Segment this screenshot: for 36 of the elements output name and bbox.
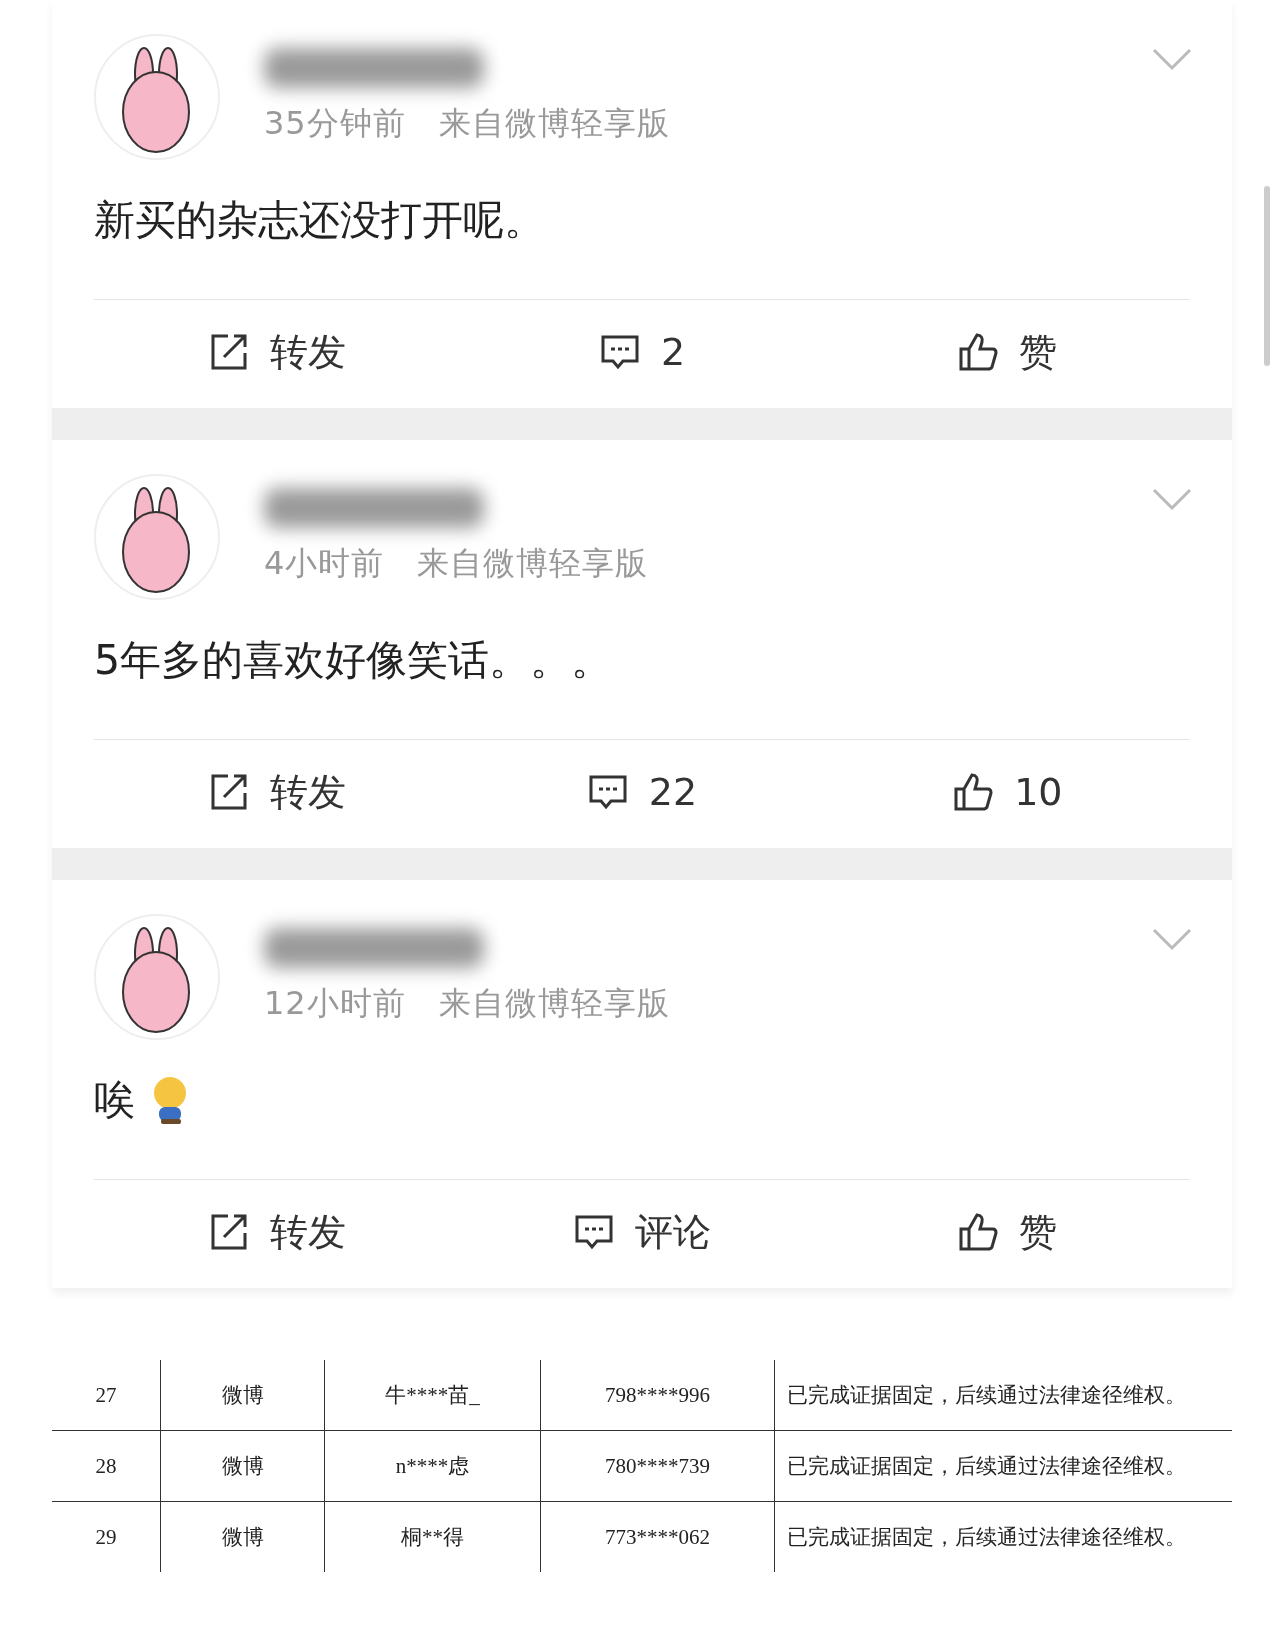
table-cell-text: 28 <box>94 1452 118 1480</box>
repost-button[interactable]: 转发 <box>207 326 346 378</box>
table-cell: 已完成证据固定，后续通过法律途径维权。 <box>774 1431 1232 1501</box>
table-cell-text: 27 <box>94 1381 118 1409</box>
thumbs-up-icon <box>952 771 995 813</box>
table-cell: 798****996 <box>540 1360 774 1430</box>
table-cell: n****虑 <box>324 1431 540 1501</box>
post-time: 12小时前 来自微博轻享版 <box>264 983 670 1024</box>
table-cell: 773****062 <box>540 1502 774 1572</box>
post-text: 新买的杂志还没打开呢。 <box>94 194 545 246</box>
table-cell: 780****739 <box>540 1431 774 1501</box>
table-cell: 牛****苗_ <box>324 1360 540 1430</box>
table-cell: 桐**得 <box>324 1502 540 1572</box>
table-cell: 已完成证据固定，后续通过法律途径维权。 <box>774 1502 1232 1572</box>
comment-button[interactable]: 评论 <box>573 1206 711 1258</box>
repost-button[interactable]: 转发 <box>207 1206 346 1258</box>
comment-button[interactable]: 2 <box>598 330 686 374</box>
thumbs-up-icon <box>957 1211 1000 1253</box>
post-time: 4小时前 来自微博轻享版 <box>264 543 649 584</box>
table-cell-text: 29 <box>94 1523 118 1551</box>
post-text: 5年多的喜欢好像笑话。。。 <box>94 634 613 686</box>
post-text: 唉 <box>94 1074 135 1126</box>
table-cell: 微博 <box>160 1502 324 1572</box>
table-cell: 微博 <box>160 1431 324 1501</box>
thumbs-up-icon <box>957 331 1000 373</box>
like-button[interactable]: 赞 <box>957 1206 1058 1258</box>
table-cell: 微博 <box>160 1360 324 1430</box>
chevron-down-icon[interactable] <box>1152 48 1192 72</box>
repost-button[interactable]: 转发 <box>207 766 346 818</box>
post-time: 35分钟前 来自微博轻享版 <box>264 103 670 144</box>
comment-button[interactable]: 22 <box>586 770 698 814</box>
like-button[interactable]: 10 <box>952 770 1063 814</box>
chevron-down-icon[interactable] <box>1152 928 1192 952</box>
chevron-down-icon[interactable] <box>1152 488 1192 512</box>
table-cell: 已完成证据固定，后续通过法律途径维权。 <box>774 1360 1232 1430</box>
like-button[interactable]: 赞 <box>957 326 1058 378</box>
